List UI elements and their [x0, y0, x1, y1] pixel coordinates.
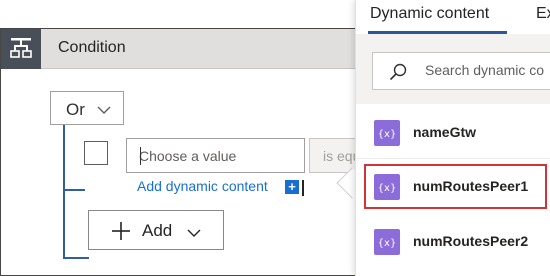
tree-connector-vertical	[63, 125, 65, 259]
tab-expression[interactable]: Ex	[536, 5, 550, 23]
dynamic-content-item-label: numRoutesPeer1	[413, 178, 529, 194]
search-icon	[389, 63, 407, 86]
add-dynamic-content-plus-icon[interactable]: +	[285, 180, 299, 194]
tree-connector-add	[63, 257, 89, 259]
dynamic-content-item-namegtw[interactable]: {x} nameGtw	[356, 107, 550, 159]
cursor-bar	[302, 180, 304, 196]
chevron-down-icon	[187, 225, 201, 243]
svg-text:{x}: {x}	[378, 129, 396, 140]
plus-icon	[111, 221, 131, 246]
svg-text:{x}: {x}	[378, 238, 396, 249]
row-checkbox[interactable]	[84, 141, 108, 165]
dynamic-content-item-label: nameGtw	[413, 124, 477, 140]
group-operator-dropdown[interactable]: Or	[50, 91, 124, 125]
add-dynamic-content-link[interactable]: Add dynamic content	[137, 178, 268, 194]
expression-icon: {x}	[374, 229, 400, 255]
choose-value-input[interactable]	[126, 138, 305, 173]
condition-header[interactable]: Condition	[1, 29, 371, 69]
svg-text:{x}: {x}	[378, 183, 396, 194]
chevron-down-icon	[97, 102, 111, 120]
dynamic-content-item-numroutespeer2[interactable]: {x} numRoutesPeer2	[356, 216, 550, 268]
condition-title: Condition	[58, 39, 126, 56]
group-operator-label: Or	[66, 100, 85, 119]
condition-icon	[1, 29, 41, 69]
add-button[interactable]: Add	[88, 210, 224, 250]
search-dynamic-content-input[interactable]	[425, 62, 550, 78]
text-caret	[140, 147, 141, 165]
expression-icon: {x}	[374, 120, 400, 146]
tree-connector-row	[63, 189, 85, 191]
dynamic-content-item-numroutespeer1[interactable]: {x} numRoutesPeer1	[364, 164, 547, 209]
add-button-label: Add	[142, 221, 173, 240]
panel-tabs: Dynamic content Ex	[356, 0, 550, 34]
tab-dynamic-content[interactable]: Dynamic content	[370, 5, 489, 23]
dynamic-content-panel: Dynamic content Ex {x} nameGtw {x}	[355, 0, 550, 276]
search-area	[356, 34, 550, 104]
dynamic-content-item-label: numRoutesPeer2	[413, 233, 529, 249]
search-box[interactable]	[372, 52, 550, 90]
expression-icon: {x}	[374, 174, 400, 200]
